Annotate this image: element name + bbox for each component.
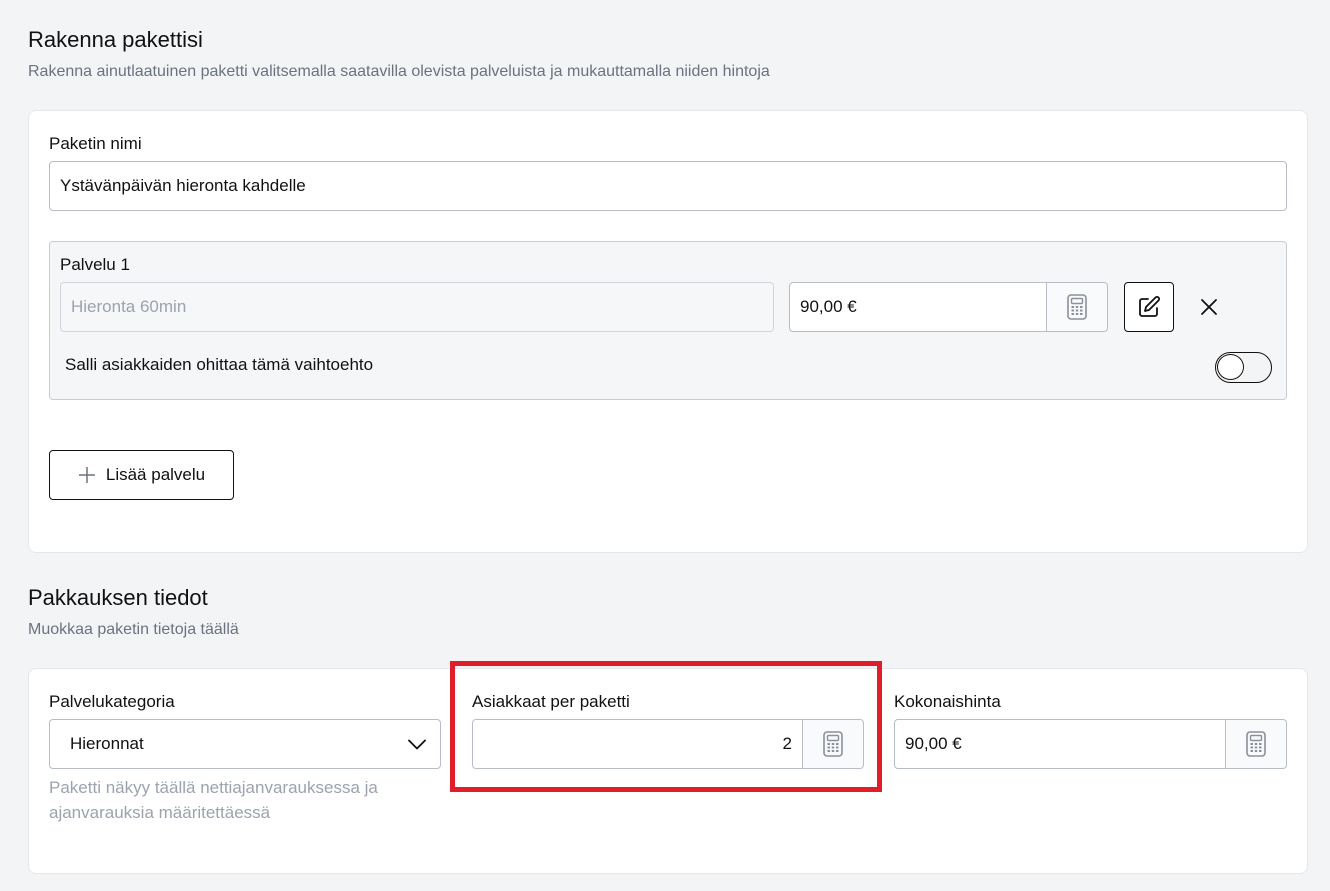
category-value: Hieronnat — [70, 734, 144, 753]
calculator-icon — [823, 731, 843, 757]
calculator-icon — [1246, 731, 1266, 757]
skip-option-label: Salli asiakkaiden ohittaa tämä vaihtoeht… — [65, 355, 374, 374]
service-price-calculator-button[interactable] — [1046, 283, 1107, 331]
close-icon — [1201, 299, 1217, 315]
package-name-input[interactable]: Ystävänpäivän hieronta kahdelle — [49, 161, 1287, 211]
package-name-label: Paketin nimi — [49, 134, 142, 153]
plus-icon — [78, 467, 95, 483]
service-price-value: 90,00 € — [800, 297, 857, 316]
build-section-subtitle: Rakenna ainutlaatuinen paketti valitsema… — [28, 63, 770, 80]
pencil-edit-icon — [1139, 296, 1160, 317]
details-section-subtitle: Muokkaa paketin tietoja täällä — [28, 621, 239, 638]
service-name-placeholder: Hieronta 60min — [71, 297, 187, 316]
customers-calculator-button[interactable] — [802, 720, 863, 768]
total-price-value: 90,00 € — [905, 734, 962, 753]
service-item: Palvelu 1 Hieronta 60min 90,00 € Salli a… — [49, 241, 1287, 400]
total-price-label: Kokonaishinta — [894, 692, 1001, 711]
total-price-input[interactable]: 90,00 € — [894, 719, 1287, 769]
category-label: Palvelukategoria — [49, 692, 175, 711]
category-select[interactable]: Hieronnat — [49, 719, 441, 769]
service-price-input[interactable]: 90,00 € — [789, 282, 1108, 332]
customers-per-package-input[interactable]: 2 — [472, 719, 864, 769]
customers-per-package-label: Asiakkaat per paketti — [472, 692, 630, 711]
package-name-value: Ystävänpäivän hieronta kahdelle — [60, 176, 306, 195]
toggle-knob — [1217, 354, 1244, 380]
customers-per-package-value: 2 — [782, 734, 792, 753]
chevron-down-icon — [408, 739, 426, 749]
add-service-label: Lisää palvelu — [105, 465, 206, 484]
category-help-text: Paketti näkyy täällä nettiajanvarauksess… — [49, 778, 378, 822]
details-section-title: Pakkauksen tiedot — [28, 585, 208, 610]
service-label: Palvelu 1 — [60, 255, 130, 274]
build-section-title: Rakenna pakettisi — [28, 27, 203, 52]
details-card: Palvelukategoria Hieronnat Paketti näkyy… — [28, 668, 1308, 874]
calculator-icon — [1067, 294, 1087, 320]
total-price-calculator-button[interactable] — [1225, 720, 1286, 768]
add-service-button[interactable]: Lisää palvelu — [49, 450, 234, 500]
edit-service-button[interactable] — [1124, 282, 1174, 332]
skip-option-toggle[interactable] — [1215, 352, 1272, 383]
service-name-input[interactable]: Hieronta 60min — [60, 282, 774, 332]
build-card: Paketin nimi Ystävänpäivän hieronta kahd… — [28, 110, 1308, 553]
remove-service-button[interactable] — [1194, 292, 1224, 322]
